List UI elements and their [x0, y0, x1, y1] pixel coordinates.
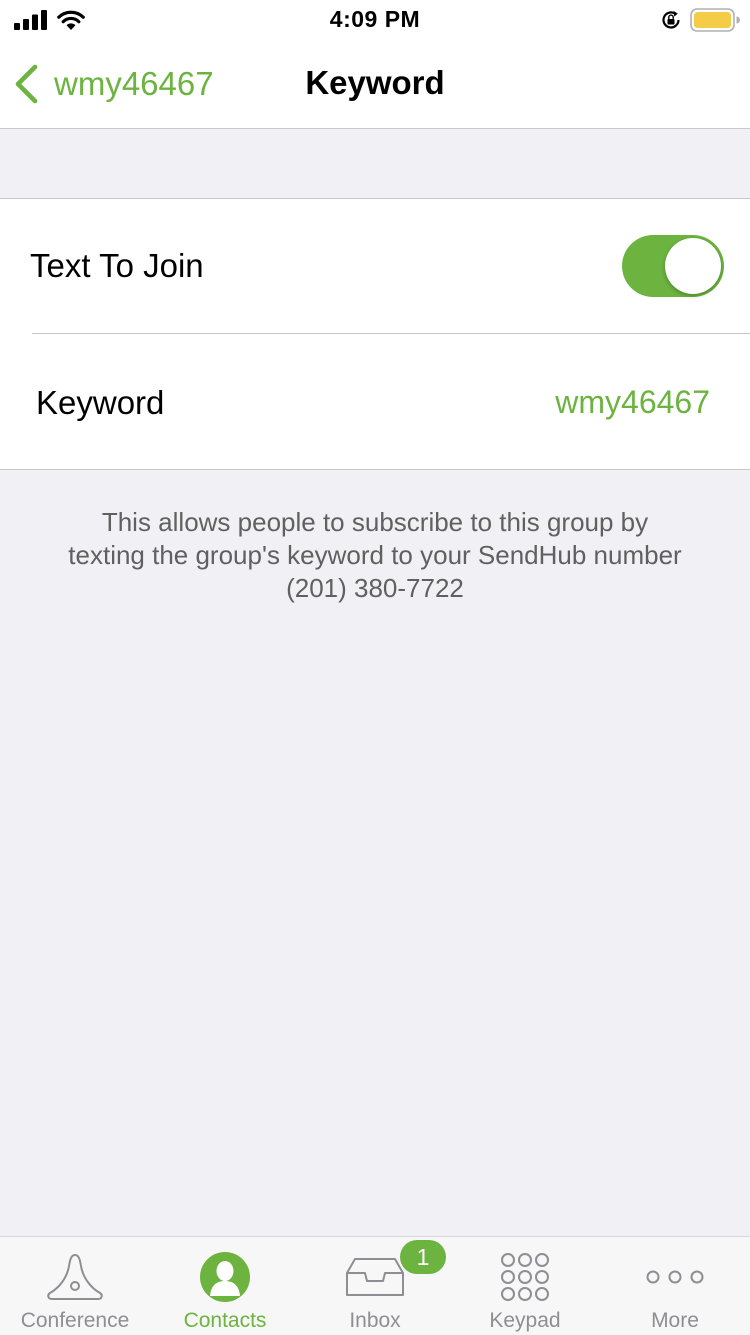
keyword-value: wmy46467	[555, 384, 710, 420]
settings-group: Text To Join Keyword wmy46467	[0, 198, 750, 470]
status-bar: 4:09 PM	[0, 0, 750, 40]
text-to-join-toggle[interactable]	[622, 235, 724, 297]
orientation-lock-icon	[662, 11, 680, 29]
footer-note-phone: (201) 380-7722	[286, 573, 464, 603]
back-button-label: wmy46467	[54, 65, 214, 102]
text-to-join-label: Text To Join	[30, 247, 204, 284]
chevron-left-icon	[15, 64, 38, 104]
tab-conference-label: Conference	[20, 1309, 130, 1332]
navigation-bar: wmy46467 Keyword	[0, 40, 750, 129]
tab-keypad-label: Keypad	[489, 1309, 561, 1332]
tab-contacts[interactable]: Contacts	[150, 1237, 300, 1335]
tab-conference[interactable]: Conference	[0, 1237, 150, 1335]
tab-more-label: More	[651, 1309, 699, 1332]
footer-note-line: This allows people to subscribe to this …	[101, 507, 649, 537]
status-time: 4:09 PM	[329, 6, 421, 32]
conference-icon	[47, 1253, 103, 1300]
inbox-icon	[346, 1258, 404, 1296]
inbox-badge: 1	[400, 1240, 446, 1274]
footer-note-line: texting the group's keyword to your Send…	[68, 540, 682, 570]
text-to-join-row: Text To Join	[0, 199, 750, 334]
keypad-icon	[501, 1253, 549, 1301]
contacts-icon	[200, 1252, 250, 1302]
tab-contacts-label: Contacts	[183, 1309, 267, 1332]
tab-bar: Conference Contacts Inbox Keypad More	[0, 1236, 750, 1335]
keyword-label: Keyword	[36, 384, 165, 421]
battery-icon	[690, 8, 740, 32]
footer-note: This allows people to subscribe to this …	[20, 506, 730, 605]
back-button[interactable]: wmy46467	[14, 62, 214, 106]
keyword-row[interactable]: Keyword wmy46467	[0, 334, 750, 468]
more-icon	[646, 1270, 704, 1284]
toggle-knob	[665, 238, 721, 294]
tab-more[interactable]: More	[600, 1237, 750, 1335]
tab-inbox-label: Inbox	[349, 1309, 401, 1332]
tab-keypad[interactable]: Keypad	[450, 1237, 600, 1335]
